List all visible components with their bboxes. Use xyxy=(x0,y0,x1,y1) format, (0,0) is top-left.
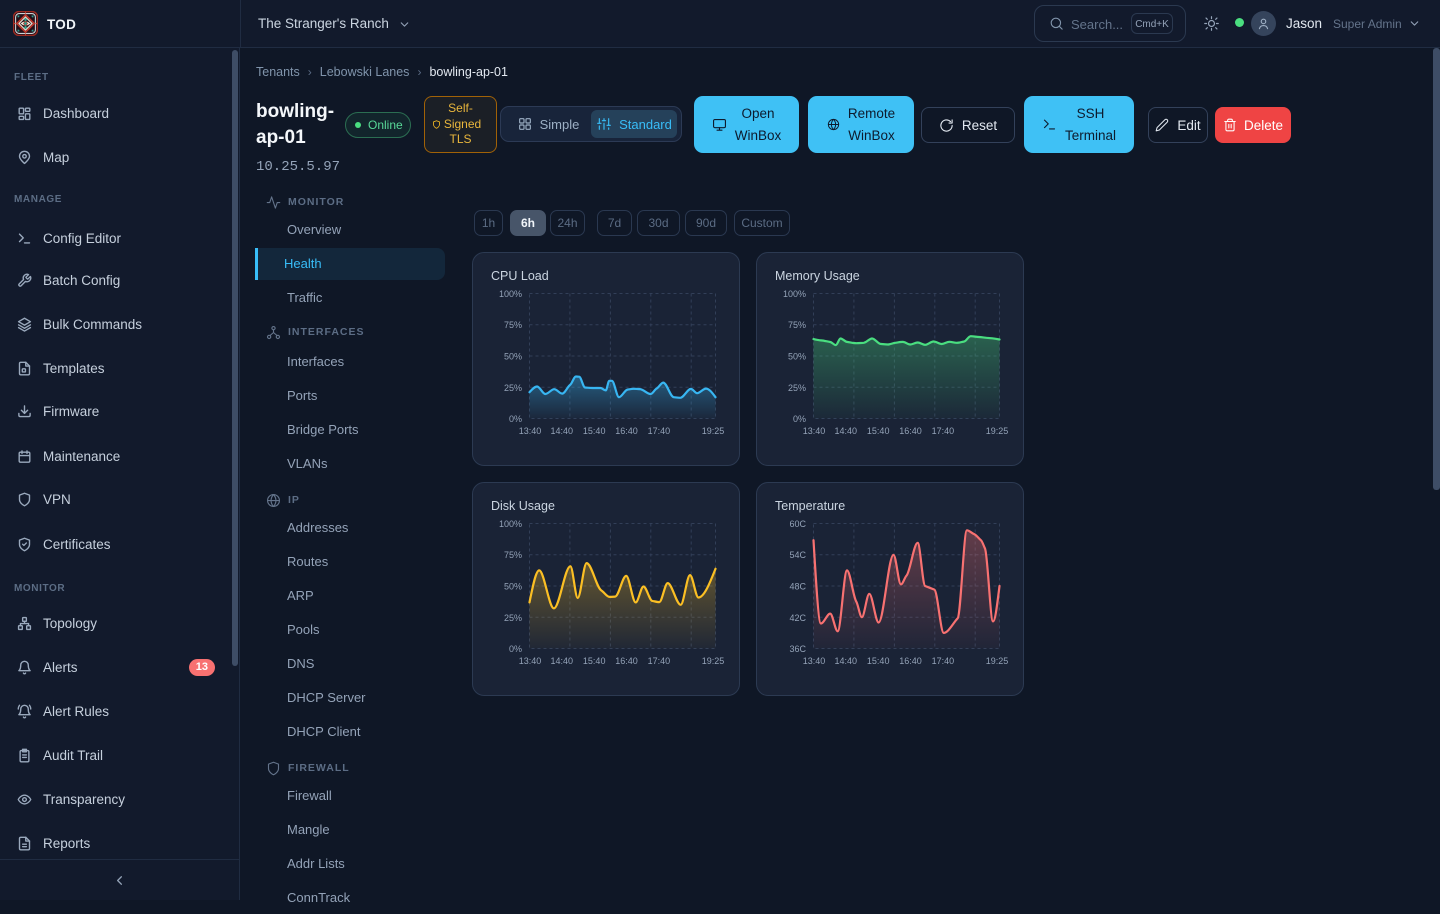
svg-text:15:40: 15:40 xyxy=(583,426,606,436)
svg-text:100%: 100% xyxy=(783,289,806,299)
svg-text:25%: 25% xyxy=(788,383,806,393)
svg-text:14:40: 14:40 xyxy=(835,656,858,666)
svg-text:16:40: 16:40 xyxy=(899,656,922,666)
svg-text:16:40: 16:40 xyxy=(615,426,638,436)
svg-text:100%: 100% xyxy=(499,519,522,529)
svg-text:13:40: 13:40 xyxy=(519,426,542,436)
svg-text:15:40: 15:40 xyxy=(867,426,890,436)
svg-text:16:40: 16:40 xyxy=(615,656,638,666)
svg-text:16:40: 16:40 xyxy=(899,426,922,436)
svg-text:25%: 25% xyxy=(504,613,522,623)
svg-text:17:40: 17:40 xyxy=(932,656,955,666)
svg-text:13:40: 13:40 xyxy=(519,656,542,666)
svg-text:17:40: 17:40 xyxy=(648,656,671,666)
svg-text:48C: 48C xyxy=(789,582,806,592)
svg-text:17:40: 17:40 xyxy=(932,426,955,436)
svg-text:54C: 54C xyxy=(789,550,806,560)
svg-text:14:40: 14:40 xyxy=(551,426,574,436)
svg-text:50%: 50% xyxy=(504,352,522,362)
svg-text:0%: 0% xyxy=(509,644,522,654)
svg-text:75%: 75% xyxy=(788,320,806,330)
svg-text:14:40: 14:40 xyxy=(835,426,858,436)
svg-text:19:25: 19:25 xyxy=(702,426,725,436)
svg-text:50%: 50% xyxy=(504,582,522,592)
svg-text:15:40: 15:40 xyxy=(867,656,890,666)
svg-text:75%: 75% xyxy=(504,550,522,560)
svg-text:25%: 25% xyxy=(504,383,522,393)
svg-text:100%: 100% xyxy=(499,289,522,299)
svg-text:75%: 75% xyxy=(504,320,522,330)
svg-text:42C: 42C xyxy=(789,613,806,623)
svg-text:0%: 0% xyxy=(509,414,522,424)
svg-text:19:25: 19:25 xyxy=(986,656,1009,666)
svg-text:19:25: 19:25 xyxy=(702,656,725,666)
svg-text:0%: 0% xyxy=(793,414,806,424)
svg-text:50%: 50% xyxy=(788,352,806,362)
svg-text:36C: 36C xyxy=(789,644,806,654)
svg-text:13:40: 13:40 xyxy=(803,426,826,436)
svg-text:14:40: 14:40 xyxy=(551,656,574,666)
svg-text:13:40: 13:40 xyxy=(803,656,826,666)
svg-text:60C: 60C xyxy=(789,519,806,529)
svg-text:19:25: 19:25 xyxy=(986,426,1009,436)
svg-text:17:40: 17:40 xyxy=(648,426,671,436)
svg-text:15:40: 15:40 xyxy=(583,656,606,666)
